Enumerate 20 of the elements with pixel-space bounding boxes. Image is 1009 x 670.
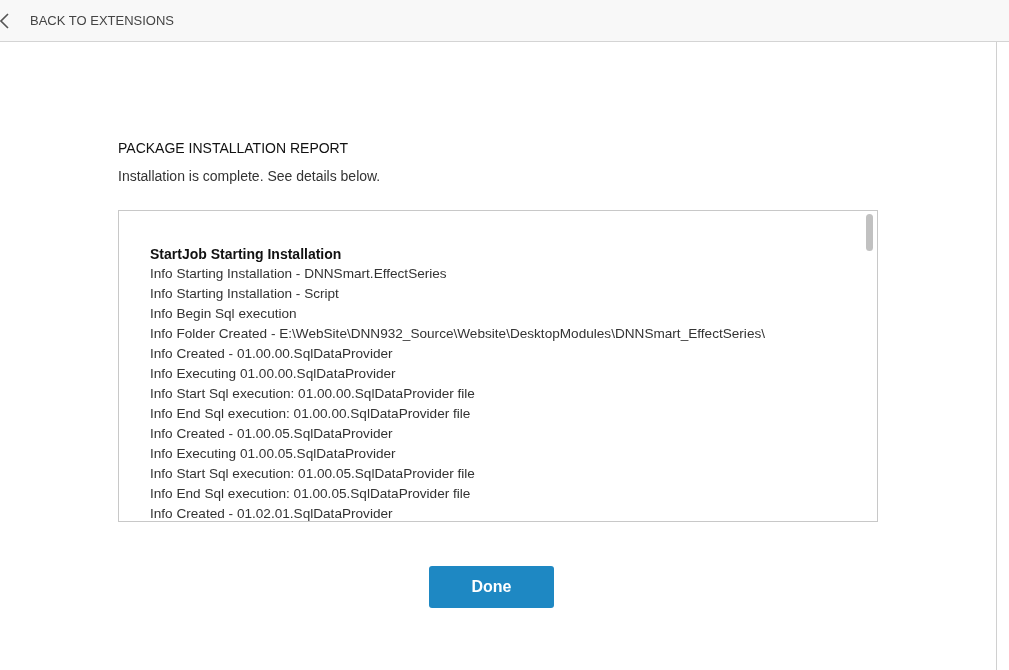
scrollbar-thumb[interactable] [866,214,873,251]
back-chevron-icon[interactable] [0,12,9,29]
log-line: Info Starting Installation - Script [150,285,340,303]
log-line: Info Start Sql execution: 01.00.05.SqlDataProvider file [150,465,476,483]
log-line: Info Created - 01.02.01.SqlDataProvider [150,505,394,521]
log-line: Info Executing 01.00.05.SqlDataProvider [150,445,397,463]
log-line: Info End Sql execution: 01.00.05.SqlDataProvider file [150,485,472,503]
log-line: Info Created - 01.00.00.SqlDataProvider [150,345,394,363]
back-to-extensions-link[interactable]: BACK TO EXTENSIONS [30,13,174,28]
log-line: Info End Sql execution: 01.00.00.SqlDataProvider file [150,405,472,423]
log-line: Info Starting Installation - DNNSmart.EffectSeries [150,265,448,283]
done-button[interactable]: Done [429,566,554,608]
log-line: Info Executing 01.00.00.SqlDataProvider [150,365,397,383]
status-message: Installation is complete. See details below. [118,168,382,184]
log-heading: StartJob Starting Installation [150,245,343,264]
log-line: Info Start Sql execution: 01.00.00.SqlDataProvider file [150,385,476,403]
log-line: Info Begin Sql execution [150,305,298,323]
log-line: Info Folder Created - E:\WebSite\DNN932_Source\Website\DesktopModules\DNNSmart_EffectSeries\ [150,325,766,343]
report-title: PACKAGE INSTALLATION REPORT [118,140,349,156]
log-line: Info Created - 01.00.05.SqlDataProvider [150,425,394,443]
